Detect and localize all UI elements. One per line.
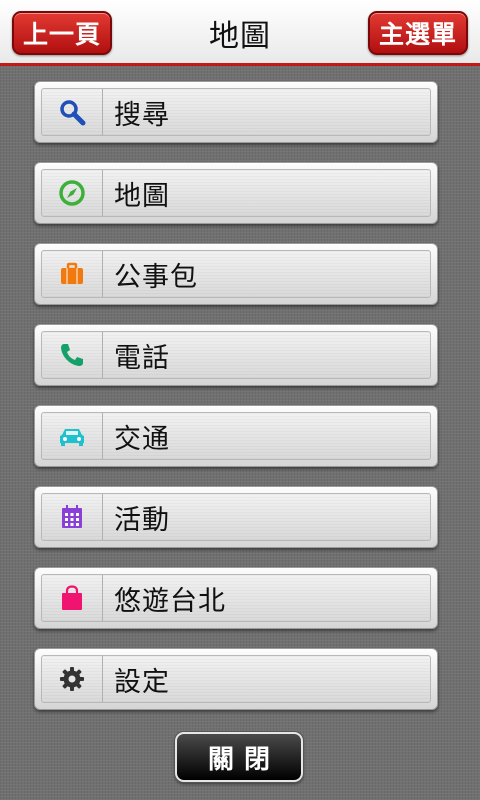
menu-item-label: 地圖: [114, 180, 170, 212]
calendar-icon: [42, 494, 103, 540]
car-icon: [42, 413, 103, 459]
shopping-bag-icon: [42, 575, 103, 621]
close-button[interactable]: 關閉: [175, 732, 303, 782]
gear-icon: [42, 656, 103, 702]
menu-item-map[interactable]: 地圖: [34, 162, 438, 224]
page-title: 地圖: [209, 19, 271, 54]
menu-item-events[interactable]: 活動: [34, 486, 438, 548]
menu-item-label: 交通: [114, 423, 170, 455]
menu-item-label: 電話: [114, 342, 170, 374]
menu-item-label: 設定: [114, 666, 170, 698]
compass-icon: [42, 170, 103, 216]
menu-item-briefcase[interactable]: 公事包: [34, 243, 438, 305]
menu-list: 搜尋 地圖 公事包 電話 交通 活動 悠遊台北 設定: [34, 81, 438, 729]
menu-item-leisure-taipei[interactable]: 悠遊台北: [34, 567, 438, 629]
menu-item-label: 悠遊台北: [114, 585, 226, 617]
menu-item-traffic[interactable]: 交通: [34, 405, 438, 467]
menu-item-settings[interactable]: 設定: [34, 648, 438, 710]
menu-item-label: 搜尋: [114, 99, 170, 131]
briefcase-icon: [42, 251, 103, 297]
menu-item-label: 公事包: [114, 261, 198, 293]
menu-item-search[interactable]: 搜尋: [34, 81, 438, 143]
header-bar: 上一頁 地圖 主選單: [0, 0, 480, 66]
search-icon: [42, 89, 103, 135]
main-menu-button[interactable]: 主選單: [368, 11, 468, 55]
menu-item-label: 活動: [114, 504, 170, 536]
menu-item-phone[interactable]: 電話: [34, 324, 438, 386]
back-button[interactable]: 上一頁: [12, 11, 112, 55]
phone-icon: [42, 332, 103, 378]
